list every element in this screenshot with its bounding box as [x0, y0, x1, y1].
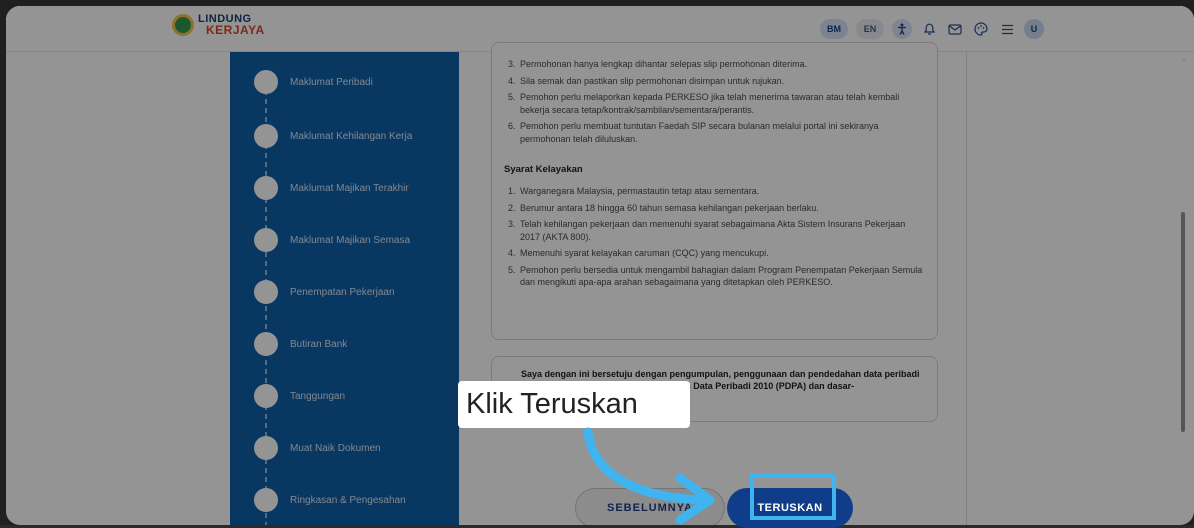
main-content: 3. Permohonan hanya lengkap dihantar sele…: [459, 42, 969, 525]
step-label: Maklumat Peribadi: [290, 76, 373, 88]
logo[interactable]: LINDUNG KERJAYA: [172, 14, 265, 36]
step-dot: [254, 332, 278, 356]
scroll-up-icon[interactable]: ▲: [1180, 54, 1188, 63]
list-item: 3. Telah kehilangan pekerjaan dan memenuh…: [508, 219, 906, 242]
step-dot: [254, 70, 278, 94]
step-label: Muat Naik Dokumen: [290, 442, 381, 454]
scrollbar-thumb[interactable]: [1181, 212, 1185, 432]
palette-icon[interactable]: [972, 20, 990, 38]
step-item[interactable]: Butiran Bank: [254, 332, 347, 356]
step-label: Ringkasan & Pengesahan: [290, 494, 406, 506]
accessibility-icon[interactable]: [892, 19, 912, 39]
step-label: Butiran Bank: [290, 338, 348, 350]
back-button[interactable]: SEBELUMNYA: [575, 488, 725, 525]
step-item[interactable]: Maklumat Majikan Semasa: [254, 228, 410, 252]
step-item[interactable]: Muat Naik Dokumen: [254, 436, 381, 460]
step-item[interactable]: Penempatan Pekerjaan: [254, 280, 395, 304]
tutorial-callout: Klik Teruskan: [458, 381, 690, 428]
bell-icon[interactable]: [920, 20, 938, 38]
step-dot: [254, 228, 278, 252]
step-item[interactable]: Ringkasan & Pengesahan: [254, 488, 406, 512]
step-dot: [254, 436, 278, 460]
list-item: 4. Sila semak dan pastikan slip permohona…: [508, 75, 785, 86]
step-dot: [254, 280, 278, 304]
step-item[interactable]: Tanggungan: [254, 384, 345, 408]
eligibility-title: Syarat Kelayakan: [504, 164, 583, 175]
list-item: 6. Pemohon perlu membuat tuntutan Faedah …: [508, 121, 879, 144]
step-label: Maklumat Majikan Semasa: [290, 234, 411, 246]
content-divider: [966, 52, 967, 525]
list-item: 1. Warganegara Malaysia, permastautin tet…: [508, 186, 760, 196]
step-label: Penempatan Pekerjaan: [290, 286, 395, 298]
step-label: Maklumat Kehilangan Kerja: [290, 130, 413, 142]
list-item: 5. Pemohon perlu melaporkan kepada PERKES…: [508, 92, 900, 115]
highlight-box: [750, 474, 836, 520]
lang-en-button[interactable]: EN: [856, 19, 884, 39]
step-label: Tanggungan: [290, 390, 346, 402]
step-item[interactable]: Maklumat Peribadi: [254, 70, 373, 94]
screen: LINDUNG KERJAYA BM EN U Maklumat Peribad…: [0, 0, 1194, 528]
step-item[interactable]: Maklumat Majikan Terakhir: [254, 176, 409, 200]
list-item: 2. Berumur antara 18 hingga 60 tahun sema…: [508, 202, 819, 213]
list-item: 4. Memenuhi syarat kelayakan caruman (CQC…: [508, 248, 769, 258]
step-item[interactable]: Maklumat Kehilangan Kerja: [254, 124, 412, 148]
header-actions: BM EN U: [820, 19, 1044, 39]
step-dot: [254, 488, 278, 512]
menu-icon[interactable]: [998, 20, 1016, 38]
avatar[interactable]: U: [1024, 19, 1044, 39]
step-dot: [254, 176, 278, 200]
terms-list: 3. Permohonan hanya lengkap dihantar sele…: [508, 58, 923, 149]
browser-window: LINDUNG KERJAYA BM EN U Maklumat Peribad…: [6, 6, 1194, 525]
logo-line2: KERJAYA: [206, 23, 265, 37]
lang-bm-button[interactable]: BM: [820, 19, 848, 39]
step-dot: [254, 384, 278, 408]
mail-icon[interactable]: [946, 20, 964, 38]
logo-emblem-icon: [172, 14, 194, 36]
step-dot: [254, 124, 278, 148]
step-sidebar: Maklumat Peribadi Maklumat Kehilangan Ke…: [230, 52, 459, 525]
list-item: 3. Permohonan hanya lengkap dihantar sele…: [508, 59, 808, 69]
terms-card: 3. Permohonan hanya lengkap dihantar sele…: [491, 42, 938, 340]
list-item: 5. Pemohon perlu bersedia untuk mengambil…: [508, 264, 923, 288]
step-label: Maklumat Majikan Terakhir: [290, 182, 409, 194]
eligibility-list: 1. Warganegara Malaysia, permastautin tet…: [508, 185, 923, 293]
